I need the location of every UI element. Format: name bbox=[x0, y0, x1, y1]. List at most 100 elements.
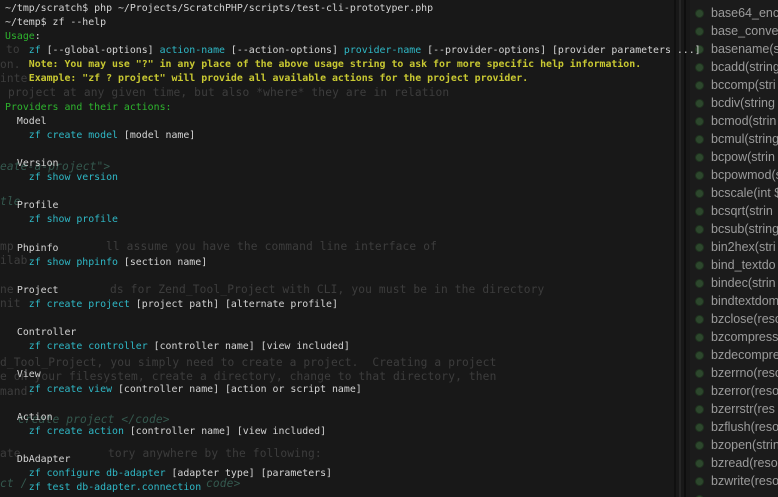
terminal-text-segment: Usage bbox=[5, 31, 35, 42]
terminal-line bbox=[5, 270, 712, 284]
terminal-line: Note: You may use "?" in any place of th… bbox=[5, 58, 712, 72]
terminal-line: Version bbox=[5, 157, 712, 171]
terminal-text-segment: zf create controller bbox=[29, 341, 148, 352]
function-label: bzerrno(reso bbox=[711, 366, 778, 380]
function-label: bcadd(string bbox=[711, 60, 778, 74]
function-label: bcsqrt(strin bbox=[711, 204, 773, 218]
terminal-text-segment bbox=[5, 341, 29, 352]
terminal-text-segment: [controller name] [view included] bbox=[124, 426, 326, 437]
terminal-text-segment: zf show profile bbox=[29, 214, 118, 225]
terminal-text-segment: Action bbox=[5, 412, 53, 423]
function-label: bzclose(reso bbox=[711, 312, 778, 326]
terminal-line: Providers and their actions: bbox=[5, 101, 712, 115]
terminal-text-segment: ~/temp$ zf --help bbox=[5, 17, 106, 28]
terminal-line: Profile bbox=[5, 199, 712, 213]
terminal-text-segment: zf bbox=[29, 45, 41, 56]
terminal-text-segment: Controller bbox=[5, 327, 76, 338]
terminal-text-segment: Profile bbox=[5, 200, 59, 211]
function-label: base_conver bbox=[711, 24, 778, 38]
terminal-line: Phpinfo bbox=[5, 242, 712, 256]
terminal-line bbox=[5, 87, 712, 101]
terminal-text-segment: Project bbox=[5, 285, 59, 296]
function-label: bin2hex(stri bbox=[711, 240, 776, 254]
terminal-text-segment: DbAdapter bbox=[5, 454, 70, 465]
terminal-line: zf configure db-adapter [adapter type] [… bbox=[5, 467, 712, 481]
function-label: bzopen(strin bbox=[711, 438, 778, 452]
terminal-text-segment: Providers and their actions: bbox=[5, 102, 171, 113]
function-label: bcsub(string bbox=[711, 222, 778, 236]
function-label: bzwrite(reso bbox=[711, 474, 778, 488]
function-label: bcpow(strin bbox=[711, 150, 775, 164]
terminal-text-segment bbox=[5, 172, 29, 183]
terminal-text-segment: View bbox=[5, 369, 41, 380]
terminal-text-segment: zf create view bbox=[29, 384, 112, 395]
terminal-text-segment: zf show phpinfo bbox=[29, 257, 118, 268]
terminal-text-segment: Note: You may use "?" in any place of th… bbox=[5, 59, 641, 70]
terminal-text-segment bbox=[5, 384, 29, 395]
terminal-line: ~/tmp/scratch$ php ~/Projects/ScratchPHP… bbox=[5, 2, 712, 16]
function-label: bzread(reso bbox=[711, 456, 778, 470]
terminal-text-segment bbox=[5, 426, 29, 437]
function-label: bzerrstr(res bbox=[711, 402, 775, 416]
function-label: bcpowmod(s bbox=[711, 168, 778, 182]
function-label: bindec(strin bbox=[711, 276, 776, 290]
terminal-line bbox=[5, 185, 712, 199]
terminal-text-segment: [section name] bbox=[118, 257, 207, 268]
terminal-line bbox=[5, 228, 712, 242]
terminal-line: zf show phpinfo [section name] bbox=[5, 256, 712, 270]
terminal-line bbox=[5, 439, 712, 453]
terminal-text-segment: provider-name bbox=[344, 45, 421, 56]
terminal-line: View bbox=[5, 368, 712, 382]
terminal-line: ~/temp$ zf --help bbox=[5, 16, 712, 30]
terminal-text-segment: [--provider-options] [provider parameter… bbox=[421, 45, 700, 56]
terminal-text-segment bbox=[5, 257, 29, 268]
terminal-line: zf show profile bbox=[5, 213, 712, 227]
function-label: basename(st bbox=[711, 42, 778, 56]
terminal-text-segment bbox=[5, 214, 29, 225]
terminal-text-segment: Example: "zf ? project" will provide all… bbox=[5, 73, 528, 84]
function-label: bzerror(reso bbox=[711, 384, 778, 398]
function-label: bccomp(stri bbox=[711, 78, 776, 92]
terminal-line: zf show version bbox=[5, 171, 712, 185]
terminal-text-segment: [model name] bbox=[118, 130, 195, 141]
terminal-text-segment: Version bbox=[5, 158, 59, 169]
terminal-text-segment: [--action-options] bbox=[225, 45, 344, 56]
terminal-line: zf create action [controller name] [view… bbox=[5, 425, 712, 439]
terminal-line bbox=[5, 354, 712, 368]
terminal-line: Project bbox=[5, 284, 712, 298]
terminal-line: zf test db-adapter.connection bbox=[5, 481, 712, 495]
terminal-text-segment bbox=[5, 482, 29, 493]
terminal-text-segment: Model bbox=[5, 116, 47, 127]
ide-screen: toon.inteproject at any given time, but … bbox=[0, 0, 778, 497]
terminal-text-segment: zf create action bbox=[29, 426, 124, 437]
terminal-text-segment: zf create project bbox=[29, 299, 130, 310]
function-label: bcmod(strin bbox=[711, 114, 776, 128]
terminal-text-segment: zf create model bbox=[29, 130, 118, 141]
terminal-text-segment: action-name bbox=[160, 45, 225, 56]
function-label: bind_textdo bbox=[711, 258, 776, 272]
function-label: bcdiv(string bbox=[711, 96, 775, 110]
terminal-text-segment: [--global-options] bbox=[41, 45, 160, 56]
terminal-line: zf create controller [controller name] [… bbox=[5, 340, 712, 354]
terminal-text-segment bbox=[5, 468, 29, 479]
terminal-line: DbAdapter bbox=[5, 453, 712, 467]
terminal-text-segment: [controller name] [view included] bbox=[148, 341, 350, 352]
terminal-text-segment: zf configure db-adapter bbox=[29, 468, 166, 479]
terminal-text-segment bbox=[5, 299, 29, 310]
function-label: bzcompress( bbox=[711, 330, 778, 344]
function-label: bzdecompre bbox=[711, 348, 778, 362]
function-label: bzflush(reso bbox=[711, 420, 778, 434]
terminal-text-segment: : bbox=[35, 31, 41, 42]
terminal-text-segment bbox=[5, 45, 29, 56]
terminal-line: Action bbox=[5, 411, 712, 425]
terminal-line: Controller bbox=[5, 326, 712, 340]
terminal-output[interactable]: ~/tmp/scratch$ php ~/Projects/ScratchPHP… bbox=[0, 0, 712, 497]
terminal-text-segment: zf test db-adapter.connection bbox=[29, 482, 201, 493]
terminal-line bbox=[5, 312, 712, 326]
terminal-text-segment bbox=[5, 130, 29, 141]
terminal-line: zf create project [project path] [altern… bbox=[5, 298, 712, 312]
terminal-line: Usage: bbox=[5, 30, 712, 44]
terminal-line bbox=[5, 397, 712, 411]
terminal-text-segment: zf show version bbox=[29, 172, 118, 183]
function-label: base64_enc bbox=[711, 6, 778, 20]
